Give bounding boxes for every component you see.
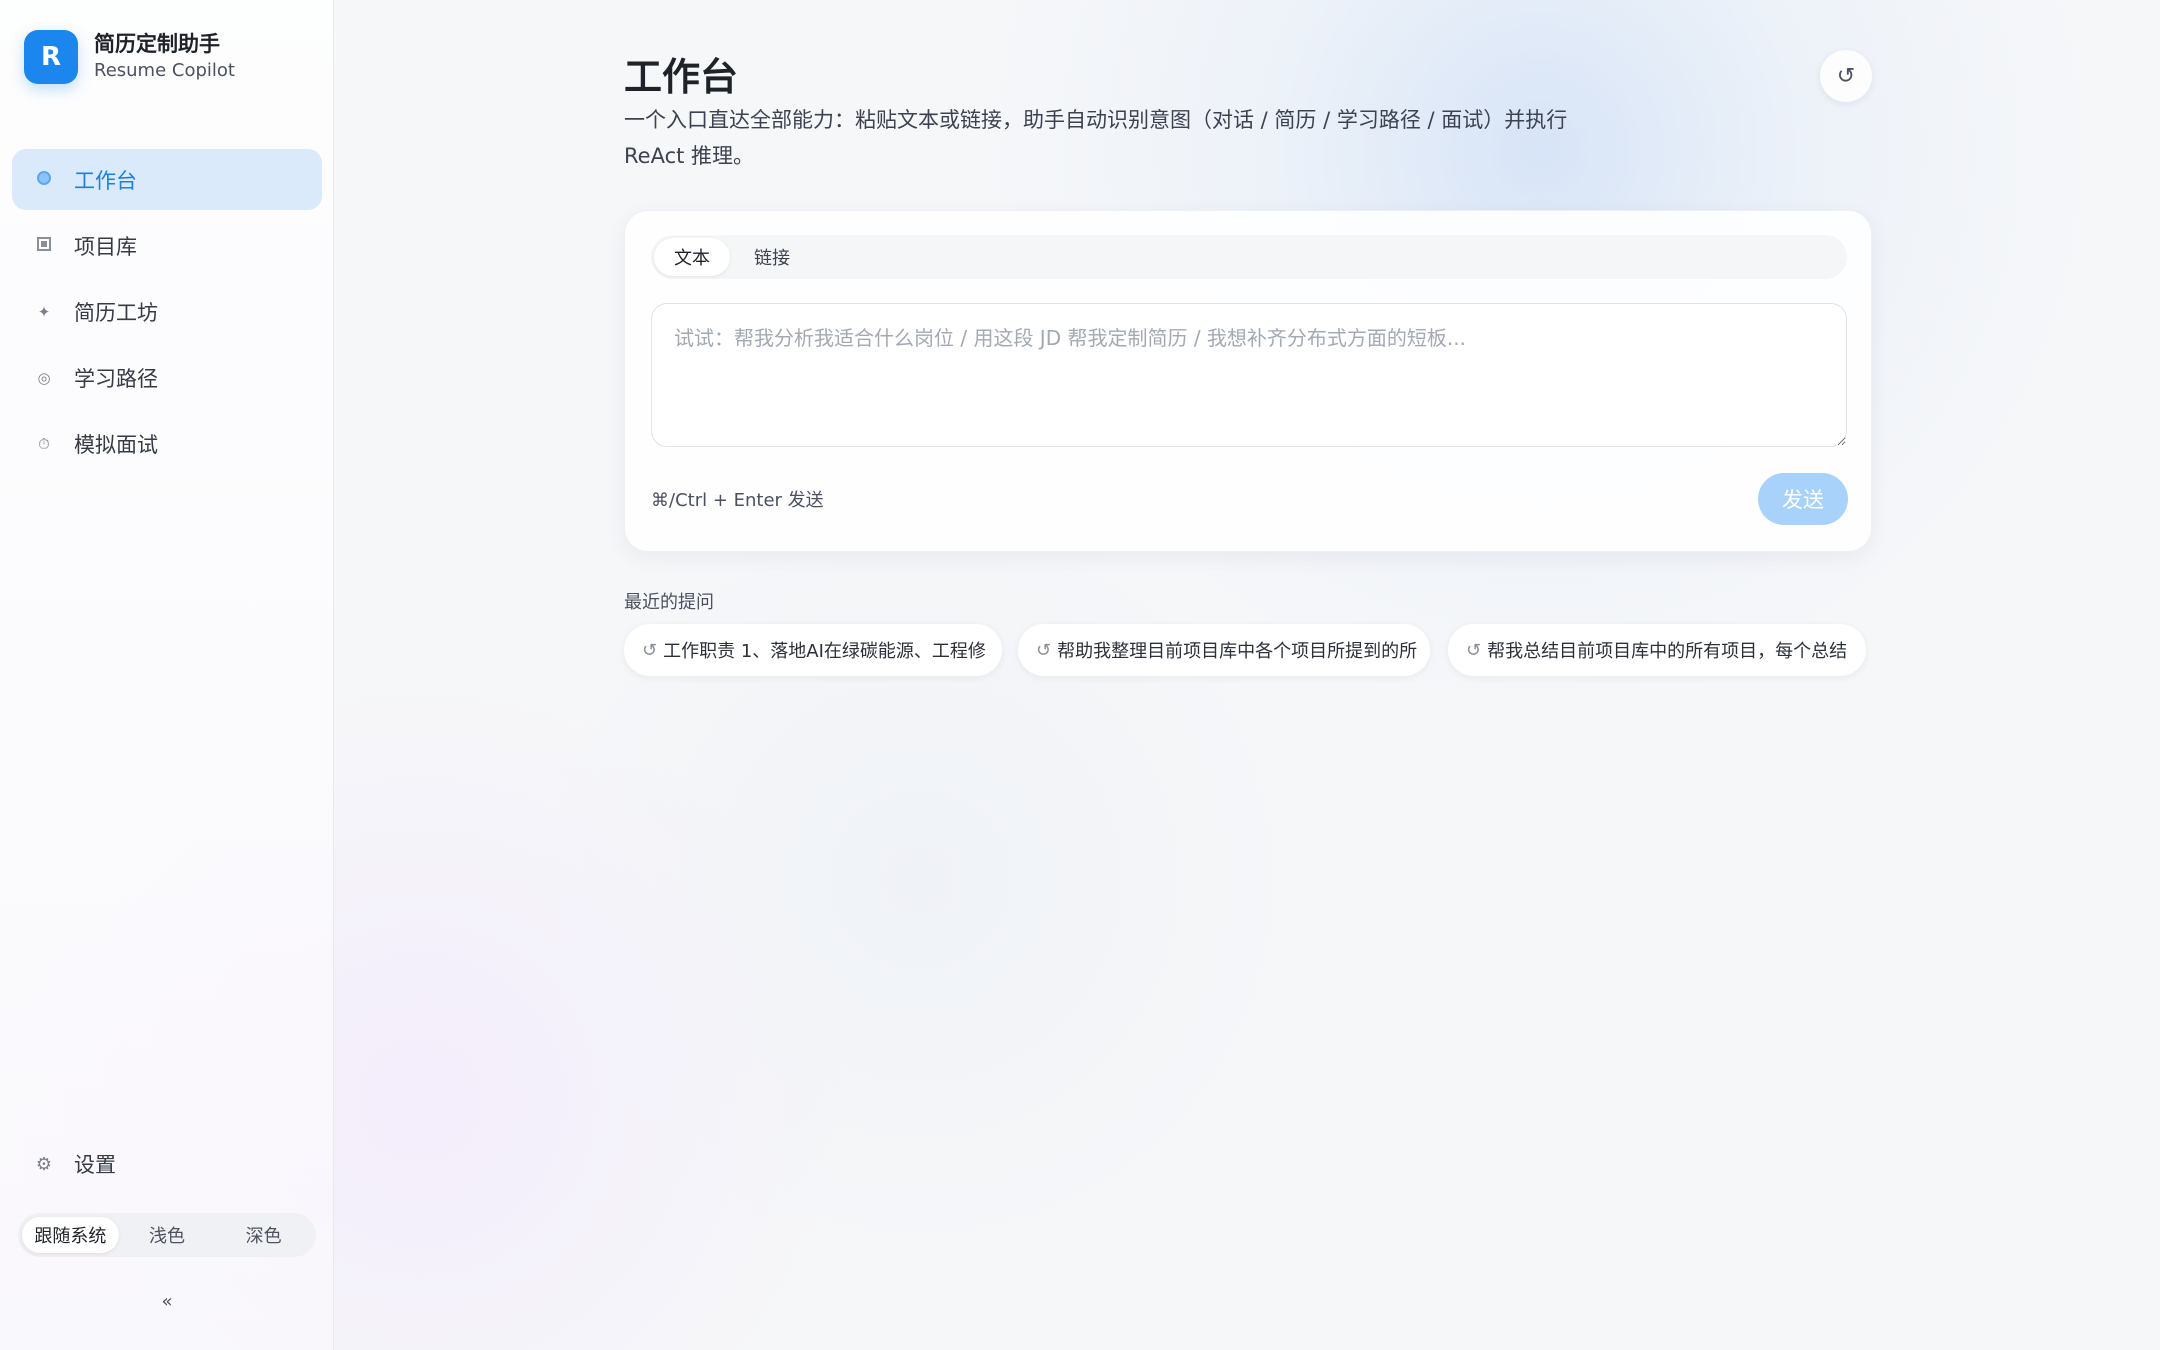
sidebar-item-resume-workshop[interactable]: ✦ 简历工坊 bbox=[12, 281, 322, 342]
recent-question-chip[interactable]: ↺ 工作职责 1、落地AI在绿碳能源、工程修 bbox=[624, 624, 1002, 676]
sidebar-item-label: 学习路径 bbox=[74, 366, 158, 391]
sidebar-item-workbench[interactable]: 工作台 bbox=[12, 149, 322, 210]
history-icon: ↺ bbox=[1036, 639, 1052, 661]
send-button[interactable]: 发送 bbox=[1758, 473, 1848, 525]
history-icon: ↺ bbox=[642, 639, 658, 661]
prompt-input[interactable] bbox=[651, 303, 1847, 447]
brand-logo: R bbox=[24, 30, 78, 84]
recent-questions-title: 最近的提问 bbox=[624, 592, 714, 613]
refresh-icon[interactable]: ↺ bbox=[1820, 50, 1872, 102]
theme-switch: 跟随系统 浅色 深色 bbox=[18, 1213, 316, 1257]
theme-option-system[interactable]: 跟随系统 bbox=[22, 1217, 119, 1253]
page-title: 工作台 bbox=[624, 55, 739, 99]
history-icon: ↺ bbox=[1466, 639, 1482, 661]
dot-icon bbox=[34, 170, 54, 189]
sidebar-nav: 工作台 项目库 ✦ 简历工坊 ◎ 学习路径 ⏱ 模拟面试 bbox=[12, 149, 322, 479]
tab-text[interactable]: 文本 bbox=[654, 238, 730, 276]
input-card: 文本 链接 ⌘/Ctrl + Enter 发送 发送 bbox=[624, 210, 1872, 552]
brand[interactable]: R 简历定制助手 Resume Copilot bbox=[24, 30, 235, 84]
brand-subtitle: Resume Copilot bbox=[94, 60, 235, 81]
input-mode-tabs: 文本 链接 bbox=[651, 235, 1847, 279]
timer-icon: ⏱ bbox=[38, 434, 50, 453]
shortcut-hint: ⌘/Ctrl + Enter 发送 bbox=[651, 490, 824, 511]
sparkle-icon: ✦ bbox=[37, 302, 51, 321]
sidebar-item-mock-interview[interactable]: ⏱ 模拟面试 bbox=[12, 413, 322, 474]
sidebar-item-label: 简历工坊 bbox=[74, 300, 158, 325]
sidebar-item-learning-path[interactable]: ◎ 学习路径 bbox=[12, 347, 322, 408]
sidebar-item-label: 模拟面试 bbox=[74, 432, 158, 457]
sidebar-item-projects[interactable]: 项目库 bbox=[12, 215, 322, 276]
recent-question-text: 帮助我整理目前项目库中各个项目所提到的所 bbox=[1057, 641, 1418, 662]
tab-link[interactable]: 链接 bbox=[734, 238, 810, 276]
brand-title: 简历定制助手 bbox=[94, 32, 220, 56]
square-icon bbox=[34, 236, 54, 255]
recent-question-chip[interactable]: ↺ 帮我总结目前项目库中的所有项目，每个总结 bbox=[1448, 624, 1866, 676]
sidebar-item-settings[interactable]: ⚙ 设置 bbox=[12, 1135, 322, 1193]
target-icon: ◎ bbox=[37, 368, 51, 387]
recent-question-text: 帮我总结目前项目库中的所有项目，每个总结 bbox=[1487, 641, 1848, 662]
theme-option-light[interactable]: 浅色 bbox=[119, 1217, 216, 1253]
sidebar: R 简历定制助手 Resume Copilot 工作台 项目库 ✦ 简历工坊 ◎… bbox=[0, 0, 334, 1350]
brand-text: 简历定制助手 Resume Copilot bbox=[94, 30, 235, 84]
collapse-sidebar-icon[interactable]: « bbox=[150, 1288, 184, 1314]
recent-question-text: 工作职责 1、落地AI在绿碳能源、工程修 bbox=[663, 641, 986, 662]
gear-icon: ⚙ bbox=[35, 1153, 53, 1175]
theme-option-dark[interactable]: 深色 bbox=[215, 1217, 312, 1253]
sidebar-item-label: 项目库 bbox=[74, 234, 137, 259]
sidebar-item-label: 工作台 bbox=[74, 168, 137, 193]
recent-question-chip[interactable]: ↺ 帮助我整理目前项目库中各个项目所提到的所 bbox=[1018, 624, 1430, 676]
settings-label: 设置 bbox=[74, 1153, 116, 1177]
page-description: 一个入口直达全部能力：粘贴文本或链接，助手自动识别意图（对话 / 简历 / 学习… bbox=[624, 108, 1568, 168]
